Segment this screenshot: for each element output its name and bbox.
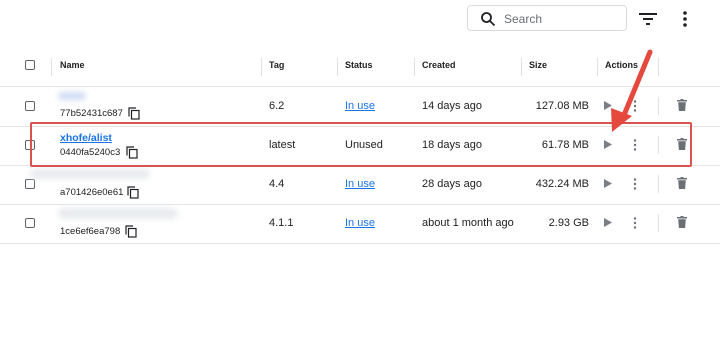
annotation-arrow: [611, 49, 653, 132]
